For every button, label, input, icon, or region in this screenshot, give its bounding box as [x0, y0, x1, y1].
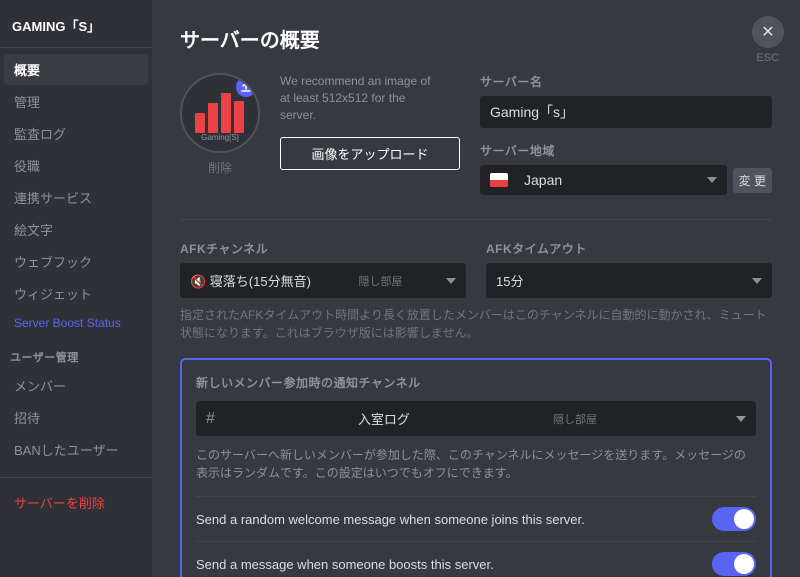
close-button[interactable]: ✕ — [752, 16, 784, 48]
notif-channel-chevron-icon — [736, 416, 746, 422]
toggle-row-2: Send a message when someone boosts this … — [196, 541, 756, 577]
region-value: Japan — [524, 172, 699, 188]
server-icon-wrapper: Gaming[S] — [180, 73, 260, 153]
notif-description: このサーバーへ新しいメンバーが参加した際、このチャンネルにメッセージを送ります。… — [196, 446, 756, 482]
hashtag-icon: # — [206, 410, 215, 428]
sidebar-item-delete-server[interactable]: サーバーを削除 — [4, 487, 148, 518]
afk-channel-chevron-icon — [446, 278, 456, 284]
region-chevron-icon — [707, 177, 717, 183]
server-top-row: Gaming[S] 削除 We recommend an image of at… — [180, 73, 772, 195]
afk-channel-select[interactable]: 🔇 寝落ち(15分無音) 隠し部屋 — [180, 263, 466, 298]
afk-timeout-label: AFKタイムアウト — [486, 240, 772, 257]
server-icon-area: Gaming[S] 削除 — [180, 73, 260, 176]
sidebar-item-banned[interactable]: BANしたユーザー — [4, 434, 148, 465]
notif-channel-muted: 隠し部屋 — [553, 411, 597, 427]
afk-timeout-col: AFKタイムアウト 15分 — [486, 240, 772, 298]
afk-timeout-value: 15分 — [496, 271, 523, 290]
sidebar-item-members[interactable]: メンバー — [4, 370, 148, 401]
sidebar-item-audit-log[interactable]: 監査ログ — [4, 118, 148, 149]
sidebar-item-roles[interactable]: 役職 — [4, 150, 148, 181]
region-label: サーバー地域 — [480, 142, 772, 159]
esc-label: ESC — [756, 52, 779, 64]
notif-channel-display: # 入室ログ 隠し部屋 — [196, 401, 756, 436]
afk-help-text: 指定されたAFKタイムアウト時間より長く放置したメンバーはこのチャンネルに自動的… — [180, 306, 772, 342]
afk-channel-col: AFKチャンネル 🔇 寝落ち(15分無音) 隠し部屋 — [180, 240, 466, 298]
region-row: サーバー地域 Japan 変 更 — [480, 142, 772, 195]
notification-channel-box: 新しいメンバー参加時の通知チャンネル # 入室ログ 隠し部屋 このサーバーへ新し… — [180, 358, 772, 577]
page-title: サーバーの概要 — [180, 24, 772, 53]
notif-channel-value: 入室ログ — [358, 409, 410, 428]
section-label-user-management: ユーザー管理 — [0, 337, 152, 369]
upload-hint: We recommend an image of at least 512x51… — [280, 73, 440, 123]
sidebar-item-management[interactable]: 管理 — [4, 86, 148, 117]
sidebar-item-integrations[interactable]: 連携サービス — [4, 182, 148, 213]
afk-channel-value: 🔇 寝落ち(15分無音) — [190, 271, 311, 290]
toggle-row-1: Send a random welcome message when someo… — [196, 496, 756, 541]
japan-flag-icon — [490, 173, 508, 187]
afk-row: AFKチャンネル 🔇 寝落ち(15分無音) 隠し部屋 AFKタイムアウト 15分 — [180, 240, 772, 298]
notif-channel-select[interactable]: # 入室ログ 隠し部屋 — [196, 401, 756, 436]
svg-text:Gaming[S]: Gaming[S] — [201, 133, 239, 142]
notif-box-title: 新しいメンバー参加時の通知チャンネル — [196, 374, 756, 391]
afk-channel-label: AFKチャンネル — [180, 240, 466, 257]
toggle-1-label: Send a random welcome message when someo… — [196, 512, 712, 527]
server-name-label: サーバー名 — [480, 73, 772, 90]
upload-button[interactable]: 画像をアップロード — [280, 137, 460, 170]
sidebar-item-invites[interactable]: 招待 — [4, 402, 148, 433]
toggle-2-label: Send a message when someone boosts this … — [196, 557, 712, 572]
afk-timeout-chevron-icon — [752, 278, 762, 284]
sidebar: GAMING「S」 概要 管理 監査ログ 役職 連携サービス 絵文字 ウェブフッ… — [0, 0, 152, 577]
toggle-boost-message[interactable] — [712, 552, 756, 576]
sidebar-item-webhooks[interactable]: ウェブフック — [4, 246, 148, 277]
afk-channel-display: 🔇 寝落ち(15分無音) 隠し部屋 — [180, 263, 466, 298]
afk-timeout-select[interactable]: 15分 — [486, 263, 772, 298]
sidebar-item-boost-status[interactable]: Server Boost Status — [4, 310, 148, 336]
sidebar-item-overview[interactable]: 概要 — [4, 54, 148, 85]
server-name: GAMING「S」 — [0, 8, 152, 48]
server-icon: Gaming[S] — [182, 75, 258, 151]
sidebar-item-emoji[interactable]: 絵文字 — [4, 214, 148, 245]
main-content: サーバーの概要 ✕ ESC Gaming[S] — [152, 0, 800, 577]
sidebar-item-widgets[interactable]: ウィジェット — [4, 278, 148, 309]
afk-timeout-display: 15分 — [486, 263, 772, 298]
server-name-area: サーバー名 サーバー地域 Japan 変 更 — [480, 73, 772, 195]
toggle-welcome-message[interactable] — [712, 507, 756, 531]
divider-1 — [180, 219, 772, 220]
server-name-input[interactable] — [480, 96, 772, 128]
delete-label: 削除 — [208, 159, 232, 176]
afk-channel-muted: 隠し部屋 — [358, 273, 402, 289]
change-region-button[interactable]: 変 更 — [733, 168, 772, 193]
upload-icon-overlay — [236, 77, 256, 97]
